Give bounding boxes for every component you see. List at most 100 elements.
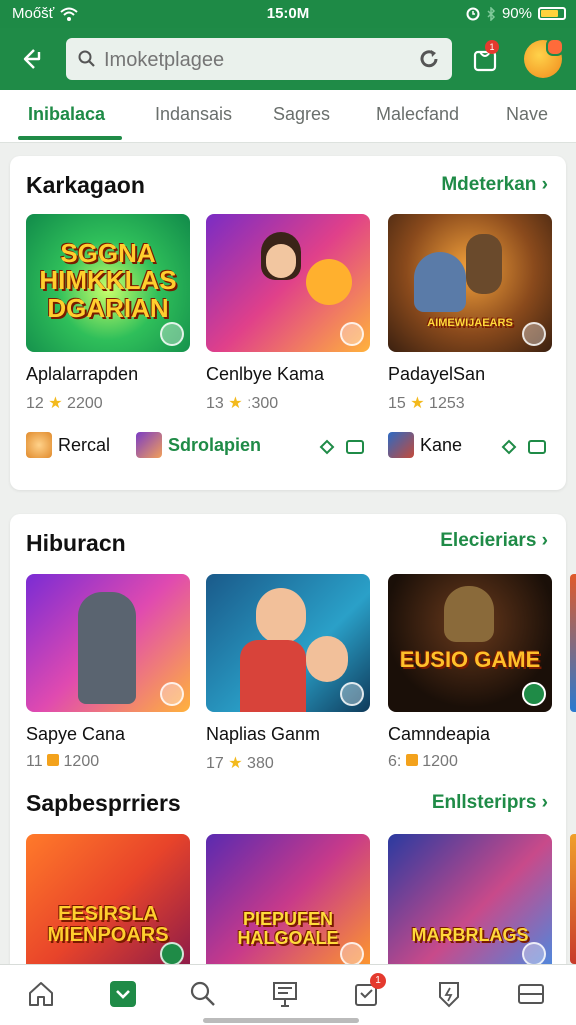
game-thumbnail[interactable]: EUSIO GAME	[388, 574, 552, 712]
section-more-label: Mdeterkan	[441, 174, 537, 195]
developer-chip[interactable]: Sdrolapien	[136, 432, 261, 458]
tag-icon[interactable]	[500, 438, 518, 456]
chevron-right-icon: ›	[541, 174, 548, 195]
shield-icon[interactable]	[434, 979, 464, 1009]
section-more-link[interactable]: Enllsteriprs ›	[432, 792, 548, 814]
game-card[interactable]: Naplias Ganm 17 ★ 380	[206, 574, 370, 773]
game-name: Aplalarrapden	[26, 364, 139, 384]
developer-chip[interactable]: Rercal	[26, 432, 110, 458]
coin-icon	[405, 754, 418, 766]
developer-avatar	[388, 432, 414, 458]
tab-indansais[interactable]: Indansais	[155, 104, 232, 125]
star-icon: ★	[228, 755, 243, 772]
game-thumbnail[interactable]	[206, 574, 370, 712]
back-arrow-icon	[23, 49, 41, 69]
section-title: Karkagaon	[26, 172, 145, 198]
game-rating: 15	[388, 395, 406, 412]
game-art-text: EUSIO GAME	[399, 647, 541, 672]
pet-character	[306, 259, 352, 305]
game-meta: 11 1200	[26, 753, 190, 771]
section-card: Hiburacn Elecieriars › Sapye Cana 11 120…	[10, 514, 566, 974]
tab-sagres[interactable]: Sagres	[273, 104, 330, 125]
game-meta: 12 ★ 2200	[26, 393, 190, 413]
tab-indicator	[18, 136, 122, 140]
boy-shirt	[240, 640, 306, 712]
game-thumbnail[interactable]: EESIRSLA MIENPOARS	[26, 834, 190, 972]
home-icon[interactable]	[26, 979, 56, 1009]
game-thumbnail[interactable]: MARBRLAGS	[388, 834, 552, 972]
chevron-right-icon: ›	[541, 530, 548, 551]
menu-icon[interactable]	[516, 979, 546, 1009]
tab-malecfand[interactable]: Malecfand	[376, 104, 459, 125]
soldier-character	[444, 586, 494, 642]
status-bar: Moőšť 15:0M 90%	[0, 0, 576, 28]
game-rating: 13	[206, 395, 224, 412]
list-icon[interactable]	[270, 979, 300, 1009]
game-card[interactable]: EESIRSLA MIENPOARS	[26, 834, 190, 972]
game-thumbnail[interactable]: PIEPUFEN HALGOALE	[206, 834, 370, 972]
game-name: Naplias Ganm	[206, 724, 321, 744]
game-name: PadayelSan	[388, 364, 486, 384]
back-button[interactable]	[14, 41, 50, 77]
next-game-peek[interactable]	[570, 834, 576, 964]
game-thumbnail[interactable]	[206, 214, 370, 352]
game-art-text: MARBRLAGS	[411, 925, 529, 945]
section-more-link[interactable]: Elecieriars ›	[440, 530, 548, 552]
game-card[interactable]: MARBRLAGS	[388, 834, 552, 972]
developer-avatar	[26, 432, 52, 458]
game-card[interactable]: PIEPUFEN HALGOALE	[206, 834, 370, 972]
games-icon[interactable]	[108, 979, 138, 1009]
game-card[interactable]: AIMEWIJAEARS PadayelSan 15 ★ 1253	[388, 214, 552, 413]
chevron-right-icon: ›	[541, 792, 548, 813]
check-icon	[522, 682, 546, 706]
developer-name: Sdrolapien	[168, 434, 262, 455]
star-icon: ★	[48, 395, 63, 412]
search-icon[interactable]	[188, 979, 218, 1009]
game-art-text: EESIRSLA MIENPOARS	[47, 903, 169, 946]
section-card: Karkagaon Mdeterkan › SGGNA HIMKKLAS DGA…	[10, 156, 566, 490]
game-count: ː300	[247, 395, 279, 412]
game-rating: 17	[206, 755, 224, 772]
refresh-icon[interactable]	[418, 48, 440, 70]
bottom-navigation: 1	[0, 964, 576, 1025]
check-icon	[340, 682, 364, 706]
battery-icon	[538, 7, 566, 20]
tag-icon[interactable]	[318, 438, 336, 456]
alarm-icon	[466, 7, 480, 20]
character-face	[266, 244, 296, 278]
bluetooth-icon	[487, 6, 496, 21]
kid-character	[306, 636, 348, 682]
home-indicator	[203, 1018, 359, 1023]
developer-avatar	[136, 432, 162, 458]
game-meta: 17 ★ 380	[206, 753, 370, 773]
next-game-peek[interactable]	[570, 574, 576, 712]
game-card[interactable]: Cenlbye Kama 13 ★ ː300	[206, 214, 370, 413]
search-icon	[78, 50, 95, 67]
game-thumbnail[interactable]: SGGNA HIMKKLAS DGARIAN	[26, 214, 190, 352]
developer-chip[interactable]: Kane	[388, 432, 462, 458]
game-thumbnail[interactable]	[26, 574, 190, 712]
search-input[interactable]	[102, 44, 406, 76]
game-card[interactable]: Sapye Cana 11 1200	[26, 574, 190, 771]
check-icon	[522, 322, 546, 346]
app-bar: 1	[0, 28, 576, 90]
avatar[interactable]	[524, 38, 564, 78]
game-thumbnail[interactable]: AIMEWIJAEARS	[388, 214, 552, 352]
star-icon: ★	[410, 395, 425, 412]
game-count: 1253	[429, 395, 465, 412]
section-more-link[interactable]: Mdeterkan ›	[441, 174, 548, 196]
tab-inibalaca[interactable]: Inibalaca	[28, 104, 105, 125]
game-count: 1200	[422, 753, 458, 770]
game-meta: 13 ★ ː300	[206, 393, 370, 413]
bookmark-icon[interactable]	[346, 440, 364, 454]
game-card[interactable]: EUSIO GAME Camndeapia 6: 1200	[388, 574, 552, 771]
game-card[interactable]: SGGNA HIMKKLAS DGARIAN Aplalarrapden 12 …	[26, 214, 190, 413]
search-bar[interactable]	[66, 38, 452, 80]
tab-nave[interactable]: Nave	[506, 104, 548, 125]
check-icon	[340, 942, 364, 966]
updates-badge: 1	[370, 973, 386, 989]
soldier-character	[466, 234, 502, 294]
bookmark-icon[interactable]	[528, 440, 546, 454]
notification-badge: 1	[485, 40, 499, 54]
section-title: Sapbesprriers	[26, 790, 181, 816]
